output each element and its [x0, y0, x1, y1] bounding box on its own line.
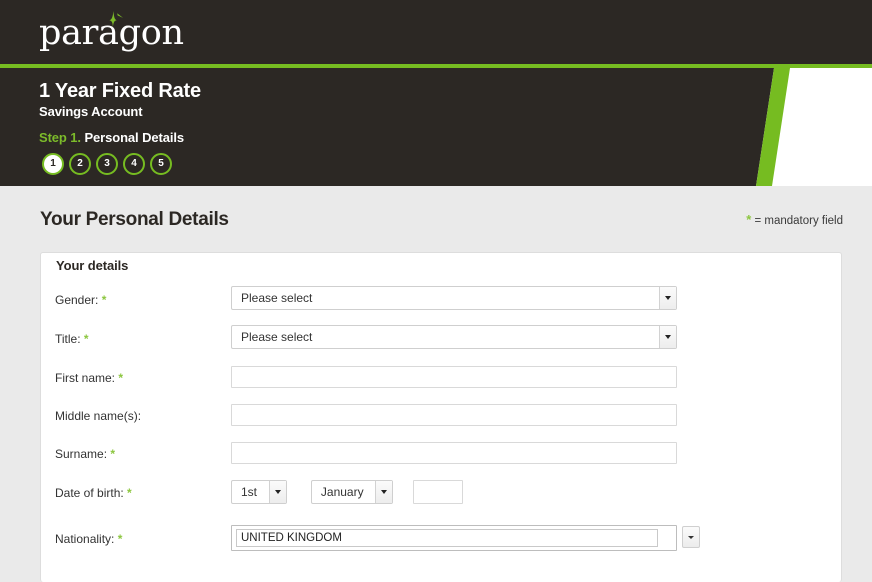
product-title: 1 Year Fixed Rate — [39, 80, 201, 102]
step-dot-4[interactable]: 4 — [123, 153, 145, 175]
gender-select[interactable]: Please select — [231, 286, 677, 310]
step-dot-3[interactable]: 3 — [96, 153, 118, 175]
label-gender: Gender: * — [55, 293, 106, 307]
dob-month-select[interactable]: January — [310, 480, 393, 504]
middle-names-input[interactable] — [231, 404, 677, 426]
field-middle-names — [231, 404, 677, 426]
label-title-text: Title: — [55, 332, 81, 346]
panel-heading: Your details — [56, 258, 129, 273]
field-date-of-birth: 1st January — [231, 480, 464, 504]
product-subtitle: Savings Account — [39, 104, 143, 119]
form-row-first-name: First name: * — [41, 364, 843, 396]
field-title: Please select — [231, 325, 677, 349]
dob-day-arrow-button[interactable] — [269, 481, 286, 503]
dob-month-arrow-button[interactable] — [374, 481, 392, 503]
label-first-name: First name: * — [55, 371, 123, 385]
field-nationality — [231, 525, 700, 551]
field-gender: Please select — [231, 286, 677, 310]
dob-month-value: January — [320, 485, 364, 499]
label-surname: Surname: * — [55, 447, 115, 461]
required-asterisk-icon: * — [83, 332, 89, 346]
form-row-middle-names: Middle name(s): — [41, 402, 843, 434]
chevron-down-icon — [380, 490, 387, 494]
step-dots: 1 2 3 4 5 — [42, 153, 172, 175]
required-asterisk-icon: * — [101, 293, 107, 307]
label-title: Title: * — [55, 332, 89, 346]
dob-day-value: 1st — [241, 485, 258, 499]
field-surname — [231, 442, 677, 464]
label-nationality-text: Nationality: — [55, 532, 115, 546]
title-select-value: Please select — [241, 330, 313, 344]
chevron-down-icon — [688, 535, 694, 539]
top-bar: paragon — [0, 0, 872, 64]
title-select[interactable]: Please select — [231, 325, 677, 349]
form-row-title: Title: * Please select — [41, 325, 843, 357]
step-dot-1[interactable]: 1 — [42, 153, 64, 175]
label-date-of-birth: Date of birth: * — [55, 486, 132, 500]
form-row-surname: Surname: * — [41, 440, 843, 472]
field-first-name — [231, 366, 677, 388]
dob-day-select[interactable]: 1st — [231, 480, 287, 504]
required-asterisk-icon: * — [127, 486, 132, 500]
label-gender-text: Gender: — [55, 293, 99, 307]
label-nationality: Nationality: * — [55, 532, 122, 546]
nationality-dropdown-button[interactable] — [682, 526, 700, 548]
your-details-panel: Your details Gender: * Please select Tit… — [40, 252, 842, 582]
mandatory-note-text: = mandatory field — [754, 215, 843, 227]
dob-year-input[interactable] — [413, 480, 464, 504]
label-first-name-text: First name: — [55, 371, 116, 385]
step-label: Personal Details — [80, 130, 185, 145]
step-dot-5[interactable]: 5 — [150, 153, 172, 175]
chevron-down-icon — [275, 490, 281, 494]
mandatory-asterisk-icon: * — [746, 212, 752, 227]
page-body: Your Personal Details * = mandatory fiel… — [0, 186, 872, 582]
first-name-input[interactable] — [231, 366, 677, 388]
required-asterisk-icon: * — [110, 447, 116, 461]
gender-select-value: Please select — [241, 291, 313, 305]
label-middle-names: Middle name(s): — [55, 409, 141, 423]
sparkle-icon — [109, 11, 123, 27]
step-indicator-text: Step 1. Personal Details — [39, 130, 184, 145]
gender-select-arrow-button[interactable] — [659, 287, 676, 309]
step-dot-2[interactable]: 2 — [69, 153, 91, 175]
product-banner: 1 Year Fixed Rate Savings Account Step 1… — [0, 68, 872, 186]
page-title: Your Personal Details — [40, 209, 229, 230]
chevron-down-icon — [665, 335, 671, 339]
title-select-arrow-button[interactable] — [659, 326, 676, 348]
form-row-date-of-birth: Date of birth: * 1st January — [41, 479, 843, 511]
step-number: Step 1. — [39, 130, 81, 145]
required-asterisk-icon: * — [117, 532, 123, 546]
nationality-combobox[interactable] — [231, 525, 677, 551]
label-date-of-birth-text: Date of birth: — [55, 486, 124, 500]
nationality-input[interactable] — [236, 529, 658, 547]
form-row-gender: Gender: * Please select — [41, 286, 843, 318]
label-surname-text: Surname: — [55, 447, 108, 461]
required-asterisk-icon: * — [118, 371, 124, 385]
surname-input[interactable] — [231, 442, 677, 464]
form-row-nationality: Nationality: * — [41, 525, 843, 557]
chevron-down-icon — [665, 296, 671, 300]
mandatory-field-note: * = mandatory field — [746, 212, 843, 227]
label-middle-names-text: Middle name(s): — [55, 409, 142, 423]
